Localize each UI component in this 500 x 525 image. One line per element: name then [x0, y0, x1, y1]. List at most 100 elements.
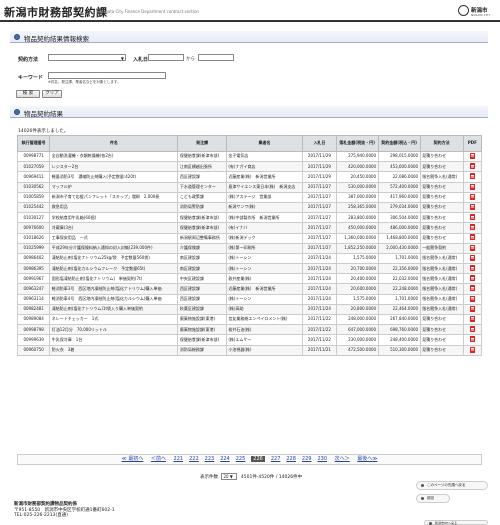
first-page-link[interactable]: ≪ 最初へ: [122, 456, 144, 462]
prev-page-link[interactable]: ＜前へ: [151, 456, 166, 462]
table-cell: 指名競争入札(通常): [419, 171, 464, 183]
clear-button[interactable]: クリア: [42, 90, 62, 98]
item-name-link[interactable]: マッフル炉: [49, 181, 179, 193]
table-cell: 01027059: [16, 161, 51, 173]
page-link[interactable]: 224: [220, 456, 230, 462]
last-page-link[interactable]: 最後へ≫: [357, 456, 377, 462]
item-name-link[interactable]: 新潟市子育て応援パンフレット「スキップ」増刷 2,000冊: [49, 191, 179, 203]
pdf-cell: [462, 313, 483, 326]
pdf-icon[interactable]: [469, 315, 475, 322]
table-cell: 2017/11/27: [302, 232, 337, 244]
table-cell: 指名競争入札(通常): [419, 273, 464, 285]
pdf-icon[interactable]: [469, 214, 475, 221]
column-header: 発注課: [177, 135, 227, 152]
chevron-down-icon: ▼: [120, 56, 124, 61]
table-row: 01027059 レジスター2台 江南区横越出張所 (有)ナガイ商店 2017/11/2…: [16, 161, 483, 173]
pdf-icon[interactable]: [469, 326, 475, 333]
page-link[interactable]: 221: [174, 456, 184, 462]
table-cell: 2017/11/24: [302, 263, 337, 275]
pdf-icon[interactable]: [469, 203, 475, 210]
display-range: 4501件-4520件 / 14026件中: [240, 475, 303, 480]
pdf-icon[interactable]: [469, 275, 475, 282]
item-name-link[interactable]: 平成29年分介護保険料納入通知の封入封緘(239,000件): [49, 242, 179, 254]
pdf-cell: [462, 212, 483, 224]
table-cell: 1,701.0000: [377, 252, 421, 265]
table-row: 00969411 軽量消防3号 濃縮防止剤購入(予定数量:420t) 西区建設課 近藤…: [16, 171, 483, 183]
pdf-icon[interactable]: [469, 173, 475, 180]
pdf-icon[interactable]: [469, 163, 475, 170]
table-cell: (株)アステージ 営業部: [225, 191, 304, 203]
item-name-link[interactable]: 防火衣 3着: [49, 344, 179, 356]
table-cell: 1,360,000.0000: [335, 232, 379, 244]
table-cell: 廃棄物施設課(東港): [177, 324, 227, 336]
pdf-icon[interactable]: [469, 224, 475, 231]
date-from-input[interactable]: [148, 54, 184, 61]
contract-method-select[interactable]: ▼: [48, 54, 126, 61]
item-name-link[interactable]: 工事保安用品 一式: [49, 232, 179, 244]
pdf-icon[interactable]: [469, 244, 475, 251]
item-name-link[interactable]: 救急用品: [49, 201, 179, 214]
table-cell: 見積り合わせ: [419, 232, 464, 244]
table-cell: こども政策課: [177, 191, 227, 203]
page-link[interactable]: 228: [286, 456, 296, 462]
item-name-link[interactable]: 固形塩凍結防止剤(塩化ナトリウム) 単価契約(7t): [49, 273, 179, 285]
table-cell: 20,600.0000: [335, 283, 379, 295]
page-link[interactable]: 230: [317, 456, 327, 462]
table-cell: (株)トーシン: [225, 252, 304, 265]
search-button[interactable]: 検 索: [16, 90, 40, 98]
keyword-label: キーワード: [18, 75, 44, 81]
table-cell: 420,000.0000: [335, 161, 379, 173]
pdf-icon[interactable]: [469, 152, 475, 159]
results-section-header: 物品契約結果: [10, 106, 488, 118]
site-title[interactable]: 新潟市財務部契約課: [4, 4, 108, 20]
table-cell: 信友業務総エンペイロメント(株): [225, 313, 304, 326]
pdf-icon[interactable]: [469, 285, 475, 292]
table-cell: 00991967: [16, 273, 51, 285]
item-name-link[interactable]: 凍結防止剤(塩化ナトリウム)1t袋入り購入単価契約: [49, 303, 179, 316]
table-cell: 指名競争入札(通常): [419, 263, 464, 275]
page-link[interactable]: 225: [236, 456, 246, 462]
item-name-link[interactable]: 軽量消防3号 濃縮防止剤購入(予定数量:420t): [49, 171, 179, 183]
pdf-cell: [462, 263, 483, 275]
item-name-link[interactable]: 凍結防止剤(塩化カルシウムフレーク 予定数量65t): [49, 263, 179, 275]
pdf-icon[interactable]: [469, 193, 475, 200]
pdf-icon[interactable]: [469, 336, 475, 343]
page-link[interactable]: 229: [302, 456, 312, 462]
table-cell: 2017/11/29: [302, 171, 337, 183]
back-to-top-button[interactable]: このページの先頭へ戻る: [416, 481, 488, 490]
item-name-link[interactable]: 軽消防車4号 西区地内凍結防止剤(塩化カルシウム)購入単価: [49, 293, 179, 305]
city-logo[interactable]: 新潟市 NIIGATA CITY: [458, 3, 494, 20]
back-button[interactable]: 前回: [416, 494, 450, 503]
pdf-icon[interactable]: [469, 265, 475, 271]
home-button[interactable]: 新潟市HPへ戻る: [424, 520, 488, 525]
table-cell: 2017/11/27: [302, 201, 337, 214]
item-name-link[interactable]: 冷蔵庫(3台): [49, 222, 179, 234]
item-name-link[interactable]: 軽消防車3号 西区地内凍結防止剤(塩化ナトリウム)購入単価: [49, 283, 179, 295]
keyword-input[interactable]: [48, 72, 166, 79]
item-name-link[interactable]: 牛乳保冷庫 1台: [49, 334, 179, 346]
item-name-link[interactable]: レジスター2台: [49, 161, 179, 173]
column-header: 件名: [49, 135, 179, 152]
table-cell: 下水道管理センター: [177, 181, 227, 193]
next-page-link[interactable]: 次へ＞: [335, 456, 350, 462]
item-name-link[interactable]: 学校給食用牛乳箱(60個): [49, 212, 179, 224]
item-name-link[interactable]: 全自動洗濯機・衣類乾燥機(各2台): [49, 150, 179, 163]
page-link[interactable]: 223: [205, 456, 215, 462]
item-name-link[interactable]: 凍結防止剤(塩化ナトリウム25kg/袋 予定数量560袋): [49, 252, 179, 265]
item-name-link[interactable]: ネレートチェッカー 1式: [49, 313, 179, 326]
display-count-select[interactable]: 20 ▼: [221, 473, 238, 480]
table-cell: 22,248.0000: [377, 283, 421, 295]
pdf-icon[interactable]: [469, 234, 475, 241]
pdf-icon[interactable]: [469, 305, 475, 312]
page-link[interactable]: 227: [271, 456, 281, 462]
table-cell: 2017/11/27: [302, 242, 337, 254]
date-to-input[interactable]: [198, 54, 234, 61]
pdf-icon[interactable]: [469, 183, 475, 190]
current-page[interactable]: 226: [251, 456, 265, 462]
pdf-icon[interactable]: [469, 295, 475, 302]
page-link[interactable]: 222: [189, 456, 199, 462]
pdf-icon[interactable]: [469, 254, 475, 261]
pdf-icon[interactable]: [469, 346, 475, 353]
item-name-link[interactable]: 灯油12月分 70,000リットル: [49, 324, 179, 336]
table-row: 00998771 全自動洗濯機・衣類乾燥機(各2台) 保健給食課(新津市部) 金子電気…: [16, 150, 483, 163]
